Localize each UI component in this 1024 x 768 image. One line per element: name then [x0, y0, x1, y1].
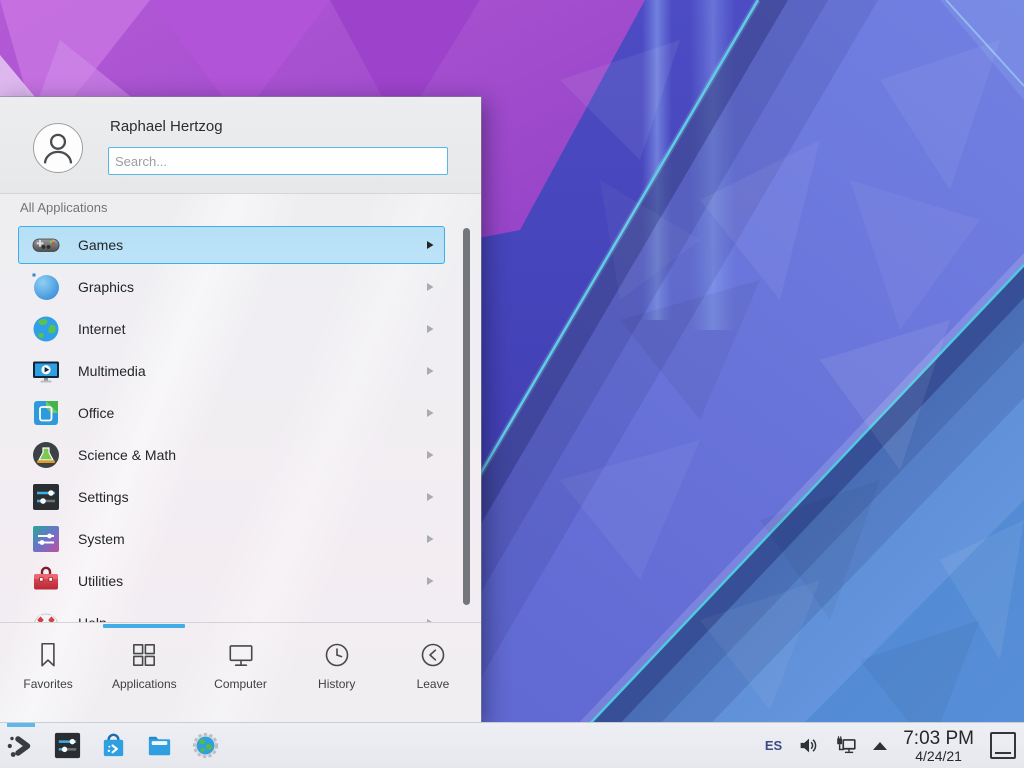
category-row-help[interactable]: Help — [18, 602, 445, 622]
submenu-arrow-icon — [425, 324, 435, 334]
category-label: System — [78, 518, 125, 560]
launcher-header: Raphael Hertzog — [0, 97, 481, 194]
submenu-arrow-icon — [425, 576, 435, 586]
category-label: Office — [78, 392, 114, 434]
sliders-icon — [30, 481, 62, 513]
show-desktop-button[interactable] — [990, 732, 1016, 759]
category-label: Settings — [78, 476, 129, 518]
lifesaver-icon — [30, 607, 62, 622]
tab-label: Favorites — [23, 677, 72, 691]
submenu-arrow-icon — [425, 282, 435, 292]
tab-label: History — [318, 677, 355, 691]
file-manager-icon — [144, 730, 175, 761]
web-browser-icon — [190, 730, 221, 761]
digital-clock[interactable]: 7:03 PM 4/24/21 — [903, 728, 974, 764]
volume-icon[interactable] — [798, 735, 819, 756]
section-label: All Applications — [20, 200, 107, 215]
toolbox-icon — [30, 565, 62, 597]
expand-tray-icon[interactable] — [873, 742, 887, 750]
category-label: Multimedia — [78, 350, 146, 392]
application-launcher-button[interactable] — [3, 723, 39, 768]
search-input[interactable] — [108, 147, 448, 175]
category-label: Internet — [78, 308, 125, 350]
tab-computer[interactable]: Computer — [192, 623, 288, 722]
user-avatar — [33, 123, 83, 173]
category-row-games[interactable]: Games — [18, 224, 445, 266]
system-settings-button[interactable] — [49, 723, 85, 768]
discover-software-button[interactable] — [95, 723, 131, 768]
category-row-multimedia[interactable]: Multimedia — [18, 350, 445, 392]
system-sliders-icon — [30, 523, 62, 555]
submenu-arrow-icon — [425, 366, 435, 376]
keyboard-layout-indicator[interactable]: ES — [765, 738, 782, 753]
desktop: Raphael Hertzog All Applications — [0, 0, 1024, 768]
tab-label: Leave — [417, 677, 450, 691]
category-label: Games — [78, 224, 123, 266]
launcher-tab-bar: Favorites Applications Computer — [0, 623, 481, 722]
category-row-system[interactable]: System — [18, 518, 445, 560]
tab-leave[interactable]: Leave — [385, 623, 481, 722]
tab-label: Applications — [112, 677, 177, 691]
user-name: Raphael Hertzog — [110, 118, 223, 135]
tab-favorites[interactable]: Favorites — [0, 623, 96, 722]
globe-icon — [30, 313, 62, 345]
clock-date: 4/24/21 — [903, 749, 974, 764]
kickoff-icon — [5, 730, 37, 762]
bookmark-icon — [33, 640, 63, 670]
monitor-play-icon — [30, 355, 62, 387]
submenu-arrow-icon — [425, 534, 435, 544]
scrollbar[interactable] — [463, 228, 470, 605]
sphere-icon — [30, 271, 62, 303]
category-row-science-math[interactable]: Science & Math — [18, 434, 445, 476]
taskbar-launchers — [0, 723, 223, 768]
category-label: Utilities — [78, 560, 123, 602]
system-settings-icon — [52, 730, 83, 761]
application-launcher-menu: Raphael Hertzog All Applications — [0, 97, 481, 722]
tab-label: Computer — [214, 677, 267, 691]
category-row-office[interactable]: Office — [18, 392, 445, 434]
web-browser-button[interactable] — [187, 723, 223, 768]
submenu-arrow-icon — [425, 240, 435, 250]
application-category-list: Games Graphics — [0, 224, 481, 622]
leave-icon — [418, 640, 448, 670]
submenu-arrow-icon — [425, 450, 435, 460]
flask-icon — [30, 439, 62, 471]
tab-applications[interactable]: Applications — [96, 623, 192, 722]
file-manager-button[interactable] — [141, 723, 177, 768]
category-row-settings[interactable]: Settings — [18, 476, 445, 518]
taskbar-panel: ES — [0, 722, 1024, 768]
clock-icon — [322, 640, 352, 670]
grid-icon — [129, 640, 159, 670]
discover-icon — [98, 730, 129, 761]
gamepad-icon — [30, 229, 62, 261]
category-row-internet[interactable]: Internet — [18, 308, 445, 350]
document-icon — [30, 397, 62, 429]
tab-history[interactable]: History — [289, 623, 385, 722]
monitor-icon — [226, 640, 256, 670]
category-row-utilities[interactable]: Utilities — [18, 560, 445, 602]
category-row-graphics[interactable]: Graphics — [18, 266, 445, 308]
category-label: Help — [78, 602, 107, 622]
category-label: Graphics — [78, 266, 134, 308]
clock-time: 7:03 PM — [903, 728, 974, 749]
submenu-arrow-icon — [425, 408, 435, 418]
system-tray: ES — [765, 728, 1024, 764]
wired-network-icon[interactable] — [835, 735, 857, 757]
category-label: Science & Math — [78, 434, 176, 476]
submenu-arrow-icon — [425, 492, 435, 502]
